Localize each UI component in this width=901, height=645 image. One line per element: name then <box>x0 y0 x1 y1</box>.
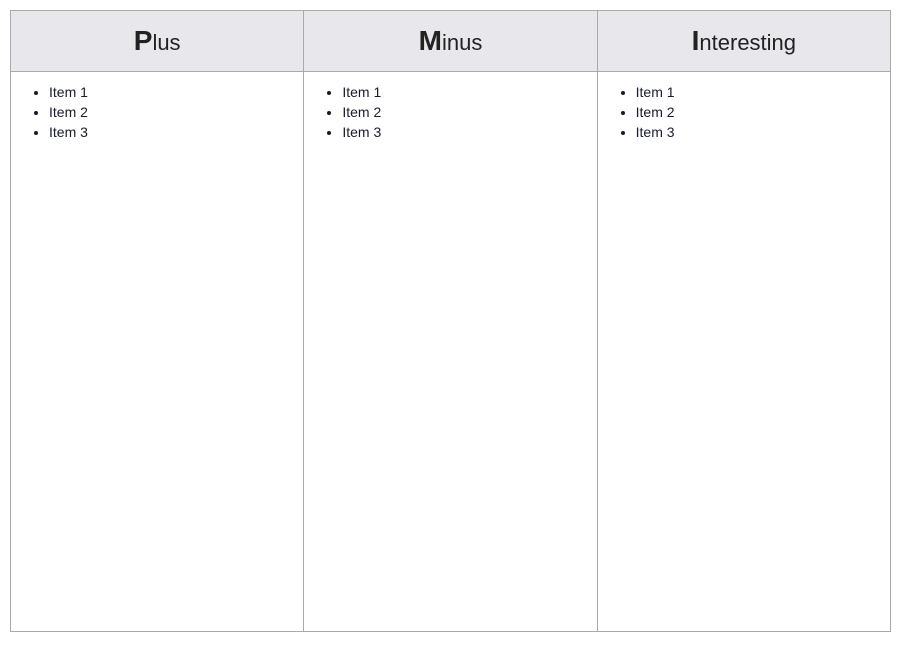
pmi-table: Plus Minus Interesting Item 1 Item 2 Ite… <box>10 10 891 632</box>
interesting-cell: Item 1 Item 2 Item 3 <box>597 72 890 632</box>
list-item: Item 1 <box>49 84 283 100</box>
plus-list: Item 1 Item 2 Item 3 <box>31 84 283 140</box>
plus-cell: Item 1 Item 2 Item 3 <box>11 72 304 632</box>
list-item: Item 3 <box>49 124 283 140</box>
list-item: Item 3 <box>636 124 870 140</box>
minus-first-letter: M <box>419 25 442 56</box>
plus-header: Plus <box>11 11 304 72</box>
minus-cell: Item 1 Item 2 Item 3 <box>304 72 597 632</box>
list-item: Item 2 <box>342 104 576 120</box>
list-item: Item 1 <box>636 84 870 100</box>
list-item: Item 3 <box>342 124 576 140</box>
interesting-list: Item 1 Item 2 Item 3 <box>618 84 870 140</box>
plus-first-letter: P <box>134 25 153 56</box>
minus-header: Minus <box>304 11 597 72</box>
list-item: Item 2 <box>49 104 283 120</box>
interesting-header: Interesting <box>597 11 890 72</box>
interesting-rest: nteresting <box>699 30 796 55</box>
minus-rest: inus <box>442 30 482 55</box>
plus-rest: lus <box>152 30 180 55</box>
minus-list: Item 1 Item 2 Item 3 <box>324 84 576 140</box>
list-item: Item 2 <box>636 104 870 120</box>
list-item: Item 1 <box>342 84 576 100</box>
